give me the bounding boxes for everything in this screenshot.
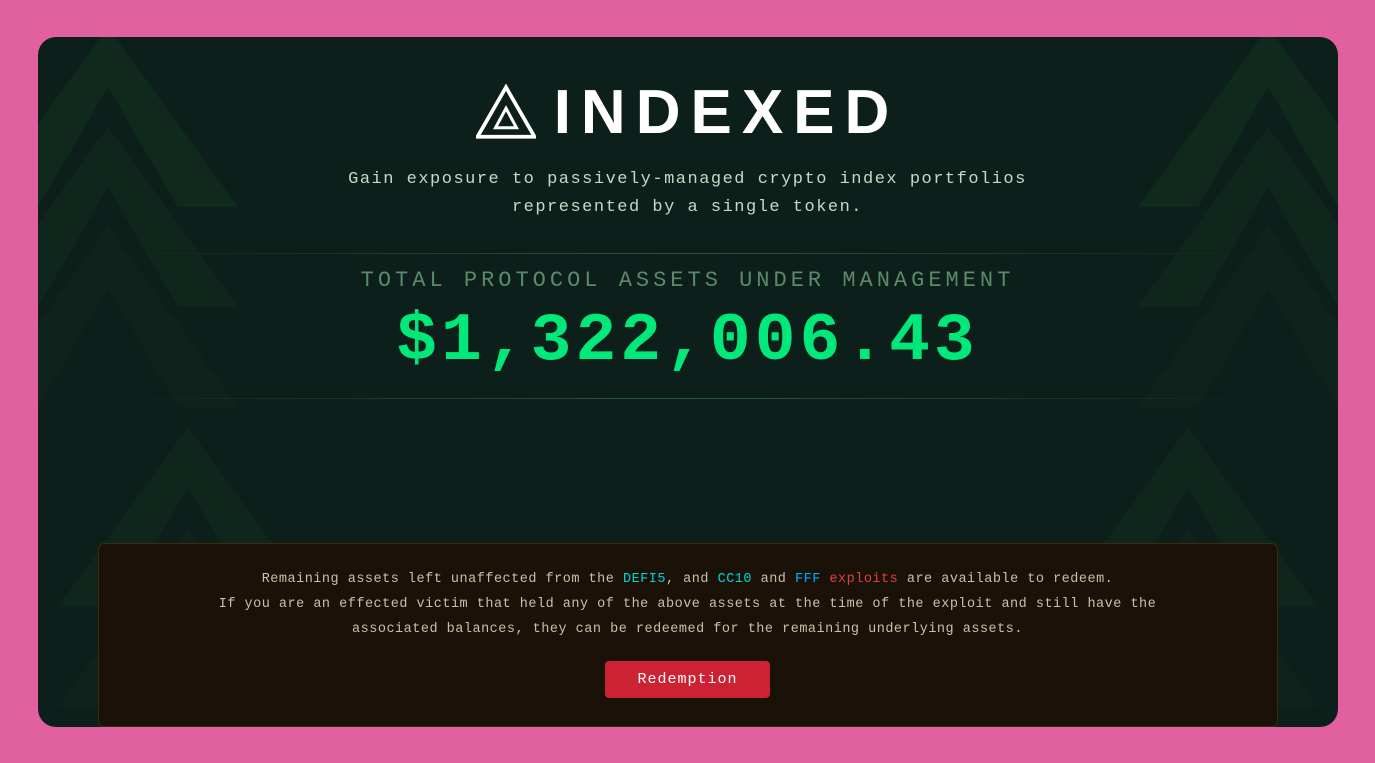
notice-mid1: , and bbox=[666, 572, 718, 587]
main-card: INDEXED Gain exposure to passively-manag… bbox=[38, 37, 1338, 727]
notice-box: Remaining assets left unaffected from th… bbox=[98, 543, 1278, 727]
exploits-link[interactable]: exploits bbox=[821, 572, 898, 587]
subtitle: Gain exposure to passively-managed crypt… bbox=[348, 166, 1027, 224]
aum-divider-bottom bbox=[98, 398, 1278, 399]
aum-divider-top bbox=[98, 253, 1278, 254]
defi5-link[interactable]: DEFI5 bbox=[623, 572, 666, 587]
notice-text: Remaining assets left unaffected from th… bbox=[139, 568, 1237, 643]
notice-line3: associated balances, they can be redeeme… bbox=[352, 622, 1023, 637]
fff-link[interactable]: FFF bbox=[795, 572, 821, 587]
notice-line1-start: Remaining assets left unaffected from th… bbox=[262, 572, 623, 587]
notice-line1-end: are available to redeem. bbox=[898, 572, 1113, 587]
app-title: INDEXED bbox=[554, 77, 900, 148]
aum-value: $1,322,006.43 bbox=[98, 303, 1278, 380]
redemption-button[interactable]: Redemption bbox=[605, 661, 769, 698]
logo-icon bbox=[476, 82, 536, 142]
cc10-link[interactable]: CC10 bbox=[718, 572, 752, 587]
aum-section: TOTAL PROTOCOL ASSETS UNDER MANAGEMENT $… bbox=[98, 253, 1278, 413]
aum-label: TOTAL PROTOCOL ASSETS UNDER MANAGEMENT bbox=[98, 268, 1278, 293]
header-section: INDEXED Gain exposure to passively-manag… bbox=[98, 77, 1278, 254]
logo-row: INDEXED bbox=[476, 77, 900, 148]
notice-line2: If you are an effected victim that held … bbox=[219, 597, 1157, 612]
notice-mid2: and bbox=[752, 572, 795, 587]
